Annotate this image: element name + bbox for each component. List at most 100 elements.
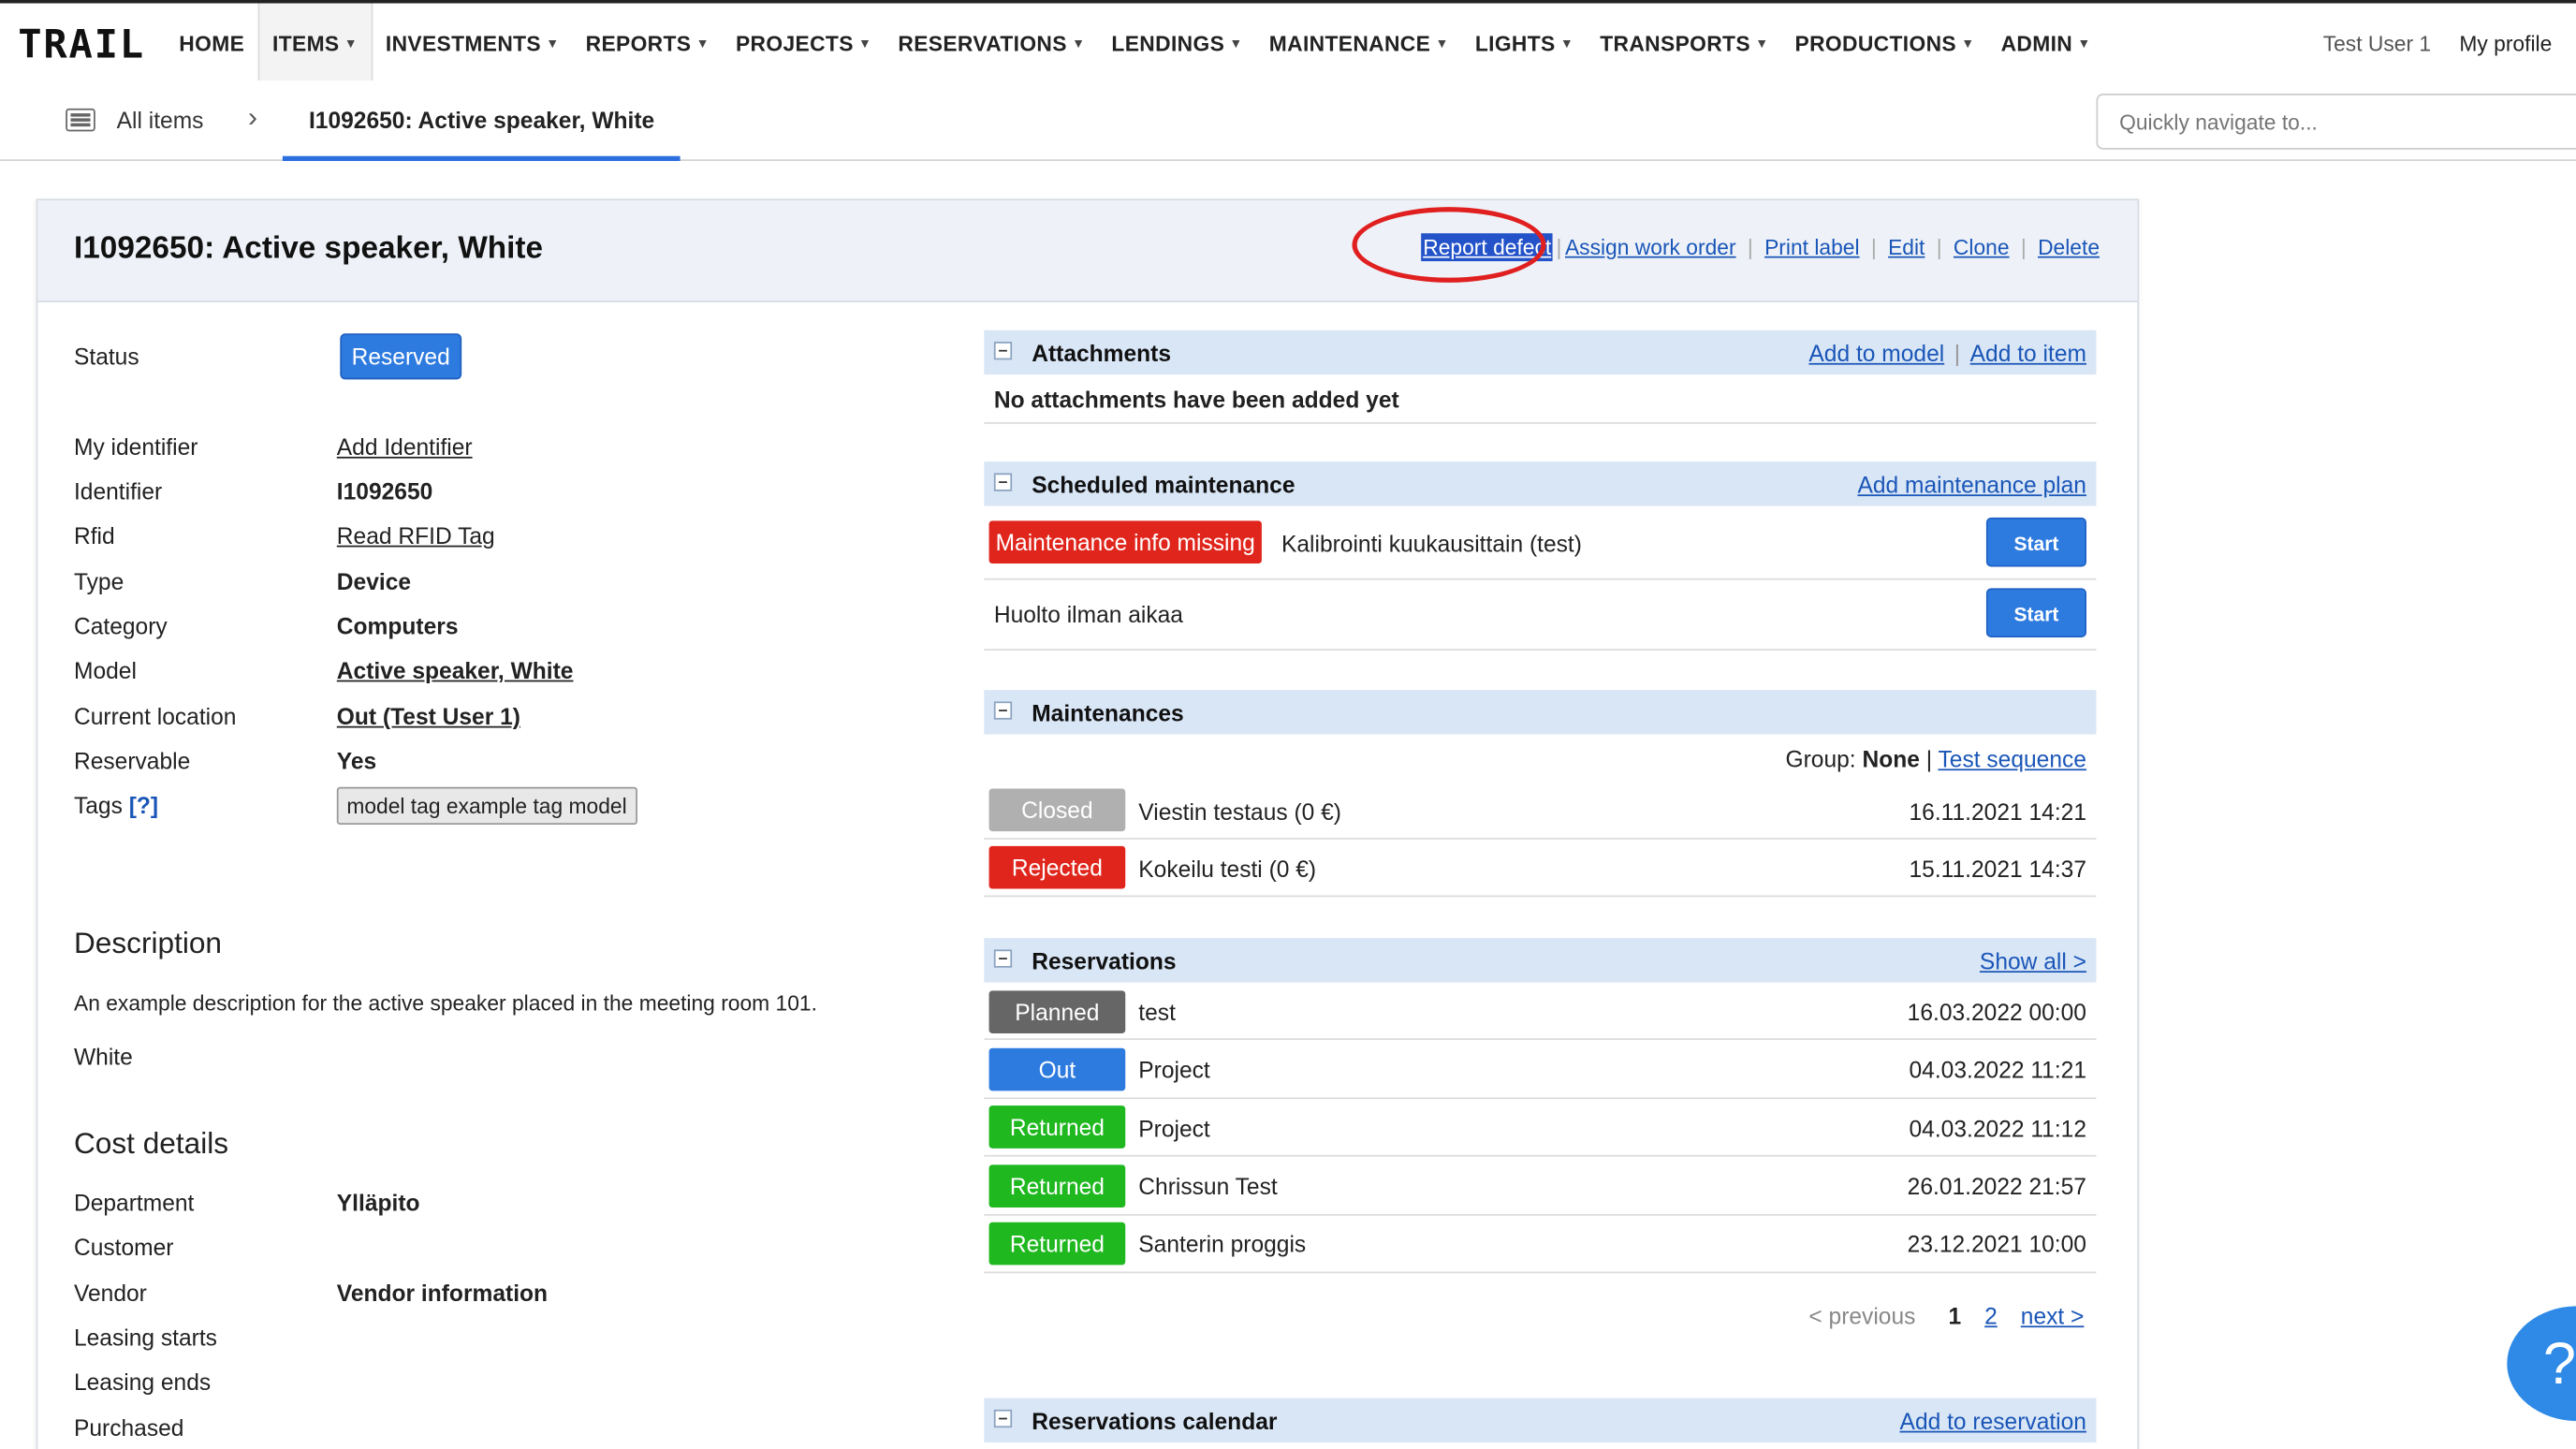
status-badge: Closed — [988, 788, 1126, 832]
add-to-model-link[interactable]: Add to model — [1808, 340, 1944, 366]
vendor-value: Vendor information — [336, 1280, 549, 1307]
collapse-icon[interactable] — [993, 1409, 1013, 1428]
collapse-icon[interactable] — [993, 701, 1013, 720]
chevron-down-icon: ▼ — [695, 35, 710, 51]
pager-page-link[interactable]: 2 — [1984, 1303, 1998, 1329]
nav-productions[interactable]: PRODUCTIONS ▼ — [1781, 4, 1987, 82]
question-icon: ? — [2542, 1328, 2576, 1397]
add-to-item-link[interactable]: Add to item — [1970, 340, 2086, 366]
current-user-link[interactable]: Test User 1 — [2323, 31, 2431, 55]
field-label: Leasing ends — [73, 1368, 212, 1396]
reservation-row-text[interactable]: Project — [1138, 1116, 1209, 1142]
breadcrumb-all-items-label: All items — [116, 107, 204, 134]
collapse-icon[interactable] — [993, 473, 1013, 491]
top-navbar: TRAIL HOME ITEMS ▼ INVESTMENTS ▼ REPORTS ▼ … — [0, 0, 2576, 84]
reservations-calendar-title: Reservations calendar — [1032, 1408, 1278, 1435]
nav-lendings[interactable]: LENDINGS ▼ — [1098, 4, 1255, 82]
add-maintenance-plan-link[interactable]: Add maintenance plan — [1857, 472, 2086, 498]
collapse-icon[interactable] — [993, 949, 1013, 968]
nav-reservations[interactable]: RESERVATIONS ▼ — [885, 4, 1098, 82]
maintenance-row-text[interactable]: Kokeilu testi (0 €) — [1138, 856, 1316, 882]
test-sequence-link[interactable]: Test sequence — [1938, 746, 2086, 772]
separator: | — [2020, 234, 2027, 260]
chevron-down-icon: ▼ — [1961, 35, 1975, 51]
add-to-reservation-link[interactable]: Add to reservation — [1900, 1408, 2086, 1434]
reservation-row-date: 26.01.2022 21:57 — [1907, 1173, 2086, 1200]
nav-home[interactable]: HOME — [166, 4, 257, 82]
start-button[interactable]: Start — [1985, 588, 2086, 637]
divider — [984, 649, 2097, 651]
chevron-down-icon: ▼ — [2077, 35, 2091, 51]
divider — [984, 1154, 2097, 1157]
field-label: Customer — [73, 1234, 174, 1261]
nav-reservations-label: RESERVATIONS — [898, 30, 1067, 55]
maintenance-row-date: 16.11.2021 14:21 — [1909, 798, 2086, 826]
quick-navigate-input[interactable] — [2096, 94, 2576, 150]
current-location-link[interactable]: Out (Test User 1) — [337, 703, 520, 729]
print-label-link[interactable]: Print label — [1764, 235, 1859, 259]
divider — [984, 1214, 2097, 1216]
show-all-link[interactable]: Show all > — [1980, 948, 2086, 974]
nav-transports[interactable]: TRANSPORTS ▼ — [1587, 4, 1781, 82]
status-badge: Rejected — [988, 845, 1126, 889]
item-panel-header: I1092650: Active speaker, White Report d… — [37, 200, 2138, 302]
tags-help-link[interactable]: [?] — [129, 792, 158, 818]
chevron-down-icon: ▼ — [858, 35, 872, 51]
reservation-row-text[interactable]: test — [1138, 999, 1176, 1025]
clone-link[interactable]: Clone — [1954, 235, 2010, 259]
separator: | — [1747, 234, 1753, 260]
nav-reports[interactable]: REPORTS ▼ — [573, 4, 723, 82]
status-badge: Planned — [988, 990, 1126, 1033]
nav-lights[interactable]: LIGHTS ▼ — [1462, 4, 1587, 82]
annotation-circle — [1352, 207, 1546, 283]
delete-link[interactable]: Delete — [2038, 235, 2100, 259]
maintenance-group: Group: None | Test sequence — [1785, 746, 2086, 772]
maintenance-row-text[interactable]: Viestin testaus (0 €) — [1138, 798, 1341, 825]
field-label: Model — [73, 657, 137, 684]
reservations-header: Reservations Show all > — [984, 938, 2097, 983]
field-label: Type — [73, 568, 124, 595]
breadcrumb-current[interactable]: I1092650: Active speaker, White — [282, 80, 681, 161]
separator: | — [1870, 234, 1877, 260]
model-link[interactable]: Active speaker, White — [337, 657, 574, 683]
reservation-row-text[interactable]: Chrissun Test — [1138, 1173, 1277, 1199]
chevron-down-icon: ▼ — [1435, 35, 1449, 51]
reservations-calendar-actions: Add to reservation — [1900, 1408, 2086, 1434]
breadcrumb-all-items[interactable]: All items — [66, 107, 203, 133]
attachments-section-header: Attachments Add to model | Add to item — [984, 329, 2097, 375]
tags-label-text: Tags — [73, 791, 123, 819]
divider — [984, 1038, 2097, 1040]
assign-work-order-link[interactable]: Assign work order — [1565, 235, 1736, 259]
read-rfid-link[interactable]: Read RFID Tag — [337, 522, 495, 549]
reservation-row-text[interactable]: Santerin proggis — [1138, 1231, 1306, 1257]
divider — [984, 1097, 2097, 1100]
add-identifier-link[interactable]: Add Identifier — [337, 433, 473, 460]
nav-admin[interactable]: ADMIN ▼ — [1988, 4, 2104, 82]
chevron-down-icon: ▼ — [1229, 35, 1243, 51]
attachments-actions: Add to model | Add to item — [1808, 340, 2086, 366]
nav-maintenance[interactable]: MAINTENANCE ▼ — [1256, 4, 1462, 82]
nav-investments[interactable]: INVESTMENTS ▼ — [373, 4, 573, 82]
pager-previous[interactable]: < previous — [1808, 1303, 1915, 1329]
nav-projects[interactable]: PROJECTS ▼ — [723, 4, 885, 82]
divider — [984, 895, 2097, 898]
maintenances-header: Maintenances — [984, 690, 2097, 735]
trail-logo[interactable]: TRAIL — [18, 22, 145, 67]
edit-link[interactable]: Edit — [1888, 235, 1925, 259]
category-value: Computers — [336, 612, 459, 639]
reservation-row-text[interactable]: Project — [1138, 1057, 1209, 1083]
chevron-right-icon: › — [248, 101, 257, 134]
field-label: Vendor — [73, 1280, 147, 1307]
pager-next-link[interactable]: next > — [2021, 1303, 2085, 1329]
reservations-actions: Show all > — [1980, 948, 2086, 974]
tag-chip: model tag example tag model — [336, 786, 637, 826]
collapse-icon[interactable] — [993, 342, 1013, 360]
reservation-row-date: 04.03.2022 11:12 — [1909, 1115, 2086, 1142]
status-label: Status — [73, 343, 139, 370]
divider — [984, 422, 2097, 424]
pager-page-current: 1 — [1948, 1302, 1962, 1329]
start-button[interactable]: Start — [1985, 517, 2086, 567]
help-button[interactable]: ? — [2507, 1306, 2576, 1422]
my-profile-link[interactable]: My profile — [2459, 31, 2552, 55]
nav-items[interactable]: ITEMS ▼ — [257, 3, 373, 82]
